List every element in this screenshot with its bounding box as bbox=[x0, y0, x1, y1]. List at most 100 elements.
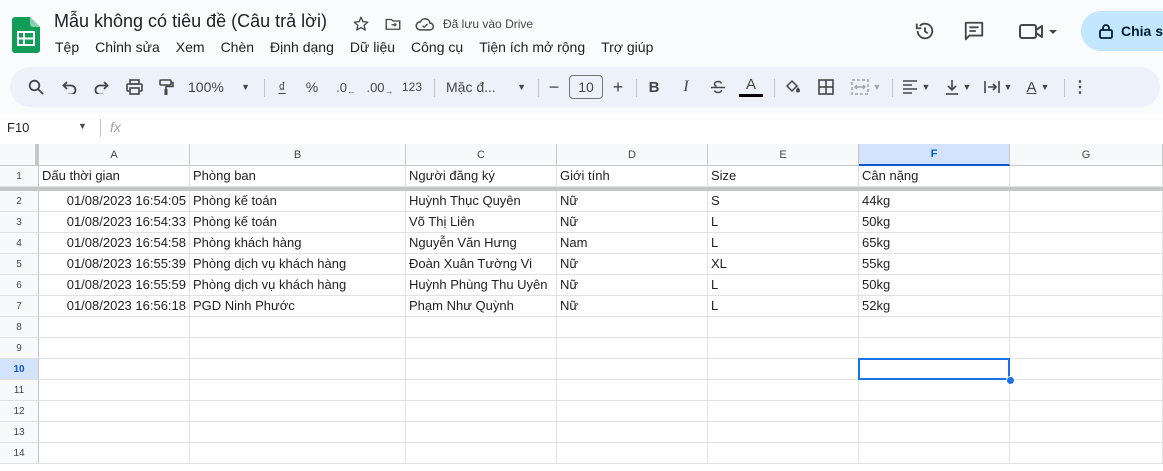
cell-g4[interactable] bbox=[1010, 233, 1163, 254]
cell-g13[interactable] bbox=[1010, 422, 1163, 443]
row-header-3[interactable]: 3 bbox=[0, 212, 39, 233]
search-menus-icon[interactable] bbox=[24, 67, 48, 107]
cell-g5[interactable] bbox=[1010, 254, 1163, 275]
cell-e12[interactable] bbox=[708, 401, 859, 422]
cell-d10[interactable] bbox=[557, 359, 708, 380]
cell-d2[interactable]: Nữ bbox=[557, 191, 708, 212]
version-history-icon[interactable] bbox=[914, 20, 936, 42]
row-header-8[interactable]: 8 bbox=[0, 317, 39, 338]
cell-f6[interactable]: 50kg bbox=[859, 275, 1010, 296]
cell-b1[interactable]: Phòng ban bbox=[190, 166, 406, 187]
cell-a5[interactable]: 01/08/2023 16:55:39 bbox=[39, 254, 190, 275]
cell-g3[interactable] bbox=[1010, 212, 1163, 233]
redo-icon[interactable] bbox=[89, 67, 113, 107]
cell-g12[interactable] bbox=[1010, 401, 1163, 422]
cell-c11[interactable] bbox=[406, 380, 557, 401]
cell-f9[interactable] bbox=[859, 338, 1010, 359]
cell-g8[interactable] bbox=[1010, 317, 1163, 338]
cell-g9[interactable] bbox=[1010, 338, 1163, 359]
currency-format-button[interactable]: ₫ bbox=[274, 67, 290, 107]
cell-c8[interactable] bbox=[406, 317, 557, 338]
cell-a13[interactable] bbox=[39, 422, 190, 443]
menu-extensions[interactable]: Tiện ích mở rộng bbox=[479, 39, 585, 55]
row-header-14[interactable]: 14 bbox=[0, 443, 39, 464]
column-header-b[interactable]: B bbox=[190, 144, 406, 166]
cell-b9[interactable] bbox=[190, 338, 406, 359]
text-wrapping-icon[interactable]: ▼ bbox=[982, 67, 1014, 107]
google-sheets-logo-icon[interactable] bbox=[12, 17, 40, 53]
row-header-5[interactable]: 5 bbox=[0, 254, 39, 275]
cell-g1[interactable] bbox=[1010, 166, 1163, 187]
font-size-input[interactable]: 10 bbox=[569, 67, 603, 107]
cell-f1[interactable]: Cân nặng bbox=[859, 166, 1010, 187]
cell-c7[interactable]: Phạm Như Quỳnh bbox=[406, 296, 557, 317]
cell-b7[interactable]: PGD Ninh Phước bbox=[190, 296, 406, 317]
cell-e1[interactable]: Size bbox=[708, 166, 859, 187]
cell-d7[interactable]: Nữ bbox=[557, 296, 708, 317]
strikethrough-icon[interactable] bbox=[708, 67, 728, 107]
formula-input[interactable] bbox=[134, 119, 1154, 139]
cell-e9[interactable] bbox=[708, 338, 859, 359]
cell-f7[interactable]: 52kg bbox=[859, 296, 1010, 317]
cell-b5[interactable]: Phòng dịch vụ khách hàng bbox=[190, 254, 406, 275]
cell-c14[interactable] bbox=[406, 443, 557, 464]
column-header-f[interactable]: F bbox=[859, 144, 1010, 166]
cell-c6[interactable]: Huỳnh Phùng Thu Uyên bbox=[406, 275, 557, 296]
cell-a3[interactable]: 01/08/2023 16:54:33 bbox=[39, 212, 190, 233]
more-formats-button[interactable]: 123 bbox=[400, 67, 424, 107]
cell-e6[interactable]: L bbox=[708, 275, 859, 296]
cell-d1[interactable]: Giới tính bbox=[557, 166, 708, 187]
column-header-g[interactable]: G bbox=[1010, 144, 1163, 166]
spreadsheet-grid[interactable]: A B C D E F G 1 2 3 4 5 6 7 8 9 10 11 12 13 14 Dấu thời gian P… bbox=[0, 144, 1163, 471]
cell-b4[interactable]: Phòng khách hàng bbox=[190, 233, 406, 254]
column-header-a[interactable]: A bbox=[39, 144, 190, 166]
menu-edit[interactable]: Chỉnh sửa bbox=[95, 39, 160, 55]
menu-insert[interactable]: Chèn bbox=[221, 39, 254, 55]
cell-b10[interactable] bbox=[190, 359, 406, 380]
cell-c3[interactable]: Võ Thị Liên bbox=[406, 212, 557, 233]
cell-b14[interactable] bbox=[190, 443, 406, 464]
cell-d8[interactable] bbox=[557, 317, 708, 338]
menu-file[interactable]: Tệp bbox=[55, 39, 79, 55]
cell-c4[interactable]: Nguyễn Văn Hưng bbox=[406, 233, 557, 254]
name-box[interactable]: F10 bbox=[7, 120, 29, 135]
cell-b13[interactable] bbox=[190, 422, 406, 443]
meet-video-icon[interactable] bbox=[1018, 20, 1058, 42]
fill-handle[interactable] bbox=[1006, 376, 1015, 385]
cell-e13[interactable] bbox=[708, 422, 859, 443]
cell-e5[interactable]: XL bbox=[708, 254, 859, 275]
merge-cells-icon[interactable]: ▼ bbox=[846, 67, 886, 107]
row-header-1[interactable]: 1 bbox=[0, 166, 39, 187]
menu-help[interactable]: Trợ giúp bbox=[601, 39, 653, 55]
menu-view[interactable]: Xem bbox=[176, 39, 205, 55]
cell-b12[interactable] bbox=[190, 401, 406, 422]
move-to-folder-icon[interactable] bbox=[382, 13, 404, 35]
cell-a4[interactable]: 01/08/2023 16:54:58 bbox=[39, 233, 190, 254]
cloud-saved-icon[interactable] bbox=[414, 13, 436, 35]
cell-a6[interactable]: 01/08/2023 16:55:59 bbox=[39, 275, 190, 296]
increase-font-size-icon[interactable]: + bbox=[610, 67, 626, 107]
font-family-select[interactable]: Mặc đ... ▼ bbox=[446, 67, 526, 107]
decrease-font-size-icon[interactable]: − bbox=[546, 67, 562, 107]
cell-e3[interactable]: L bbox=[708, 212, 859, 233]
cell-a14[interactable] bbox=[39, 443, 190, 464]
cell-c1[interactable]: Người đăng ký bbox=[406, 166, 557, 187]
row-header-11[interactable]: 11 bbox=[0, 380, 39, 401]
fill-color-icon[interactable] bbox=[782, 67, 804, 107]
text-color-button[interactable]: A bbox=[738, 67, 764, 107]
borders-icon[interactable] bbox=[816, 67, 836, 107]
column-header-e[interactable]: E bbox=[708, 144, 859, 166]
cell-g7[interactable] bbox=[1010, 296, 1163, 317]
cell-e2[interactable]: S bbox=[708, 191, 859, 212]
increase-decimal-button[interactable]: .00 → bbox=[366, 67, 393, 107]
cell-g14[interactable] bbox=[1010, 443, 1163, 464]
row-header-10[interactable]: 10 bbox=[0, 359, 39, 380]
cell-e14[interactable] bbox=[708, 443, 859, 464]
cell-d4[interactable]: Nam bbox=[557, 233, 708, 254]
cell-f8[interactable] bbox=[859, 317, 1010, 338]
cell-g10[interactable] bbox=[1010, 359, 1163, 380]
cell-g6[interactable] bbox=[1010, 275, 1163, 296]
row-header-7[interactable]: 7 bbox=[0, 296, 39, 317]
row-header-12[interactable]: 12 bbox=[0, 401, 39, 422]
cell-c13[interactable] bbox=[406, 422, 557, 443]
